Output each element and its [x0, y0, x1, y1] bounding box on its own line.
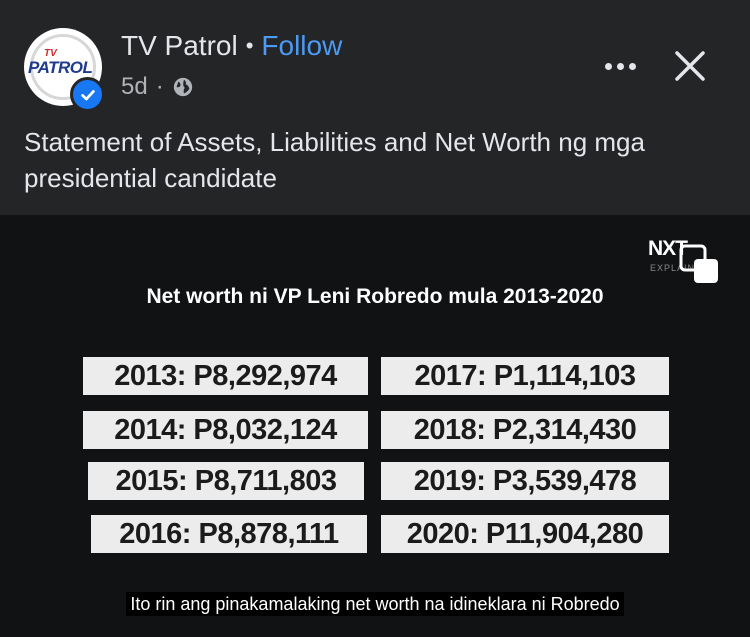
- more-options-button[interactable]: [600, 56, 640, 76]
- close-icon[interactable]: [672, 48, 708, 84]
- follow-button[interactable]: Follow: [261, 30, 342, 62]
- video-player[interactable]: NXT EXPLAINS Net worth ni VP Leni Robred…: [0, 215, 750, 637]
- more-dot-icon: [604, 62, 612, 70]
- page-name[interactable]: TV Patrol: [121, 30, 238, 62]
- name-row: TV Patrol • Follow: [121, 28, 342, 64]
- video-subtitle-text: Ito rin ang pinakamalaking net worth na …: [126, 592, 624, 616]
- post-header: TV PATROL TV Patrol • Follow 5d · Statem…: [0, 0, 750, 215]
- net-worth-entry-2014: 2014: P8,032,124: [83, 411, 368, 449]
- net-worth-entry-2013: 2013: P8,292,974: [83, 357, 368, 395]
- globe-icon: [173, 77, 192, 97]
- more-dot-icon: [628, 62, 636, 70]
- net-worth-entry-2016: 2016: P8,878,111: [91, 515, 367, 553]
- post-caption: Statement of Assets, Liabilities and Net…: [24, 127, 645, 193]
- net-worth-entry-2019: 2019: P3,539,478: [381, 462, 669, 500]
- video-title: Net worth ni VP Leni Robredo mula 2013-2…: [146, 285, 604, 308]
- meta-separator: ·: [155, 73, 164, 100]
- name-separator: •: [245, 33, 254, 58]
- net-worth-entry-2018: 2018: P2,314,430: [381, 411, 669, 449]
- verified-badge-icon: [70, 77, 105, 112]
- net-worth-entry-2015: 2015: P8,711,803: [88, 462, 364, 500]
- avatar-logo-main: PATROL: [28, 58, 93, 77]
- net-worth-entry-2020: 2020: P11,904,280: [381, 515, 669, 553]
- video-subtitle: Ito rin ang pinakamalaking net worth na …: [0, 592, 750, 616]
- net-worth-entry-2017: 2017: P1,114,103: [381, 357, 669, 395]
- post-timestamp[interactable]: 5d: [121, 73, 148, 101]
- picture-in-picture-icon[interactable]: [678, 243, 720, 285]
- more-dot-icon: [616, 62, 624, 70]
- post-meta: 5d ·: [121, 72, 194, 102]
